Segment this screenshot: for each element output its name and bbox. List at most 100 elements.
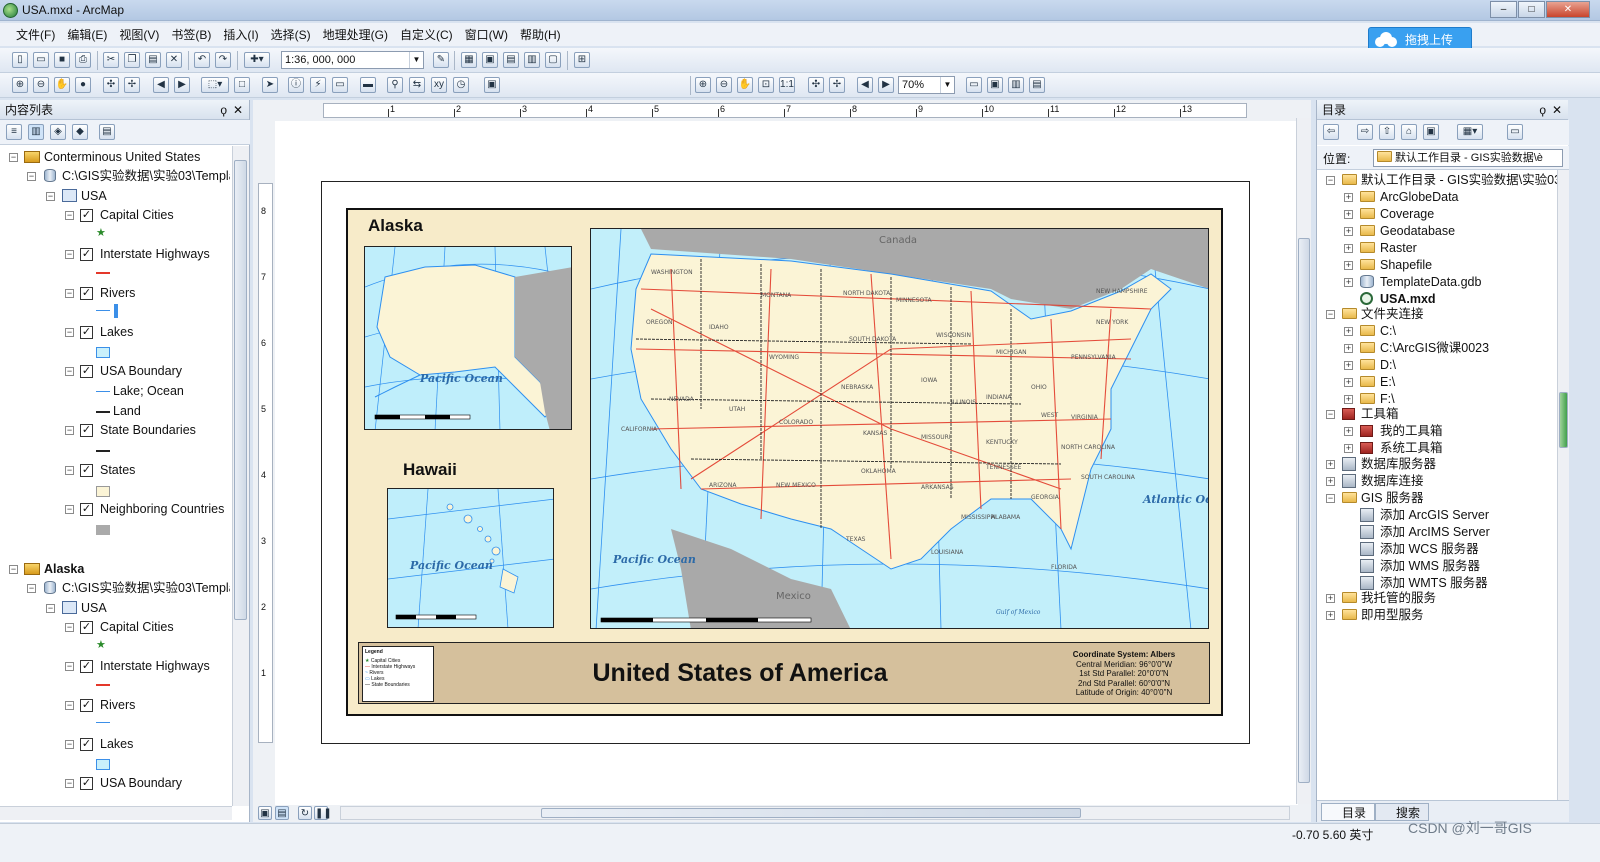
find-route-icon[interactable]: ⇆: [409, 77, 425, 93]
pause-icon[interactable]: ❚❚: [314, 806, 332, 820]
layout-zoom-out-icon[interactable]: ⊖: [716, 77, 732, 93]
layer-neighboring-countries[interactable]: Neighboring Countries: [100, 500, 224, 518]
chevron-down-icon[interactable]: ▼: [940, 77, 954, 93]
time-slider-icon[interactable]: ◷: [453, 77, 469, 93]
collapse-icon[interactable]: −: [65, 289, 74, 298]
collapse-icon[interactable]: −: [1326, 310, 1335, 319]
scroll-thumb[interactable]: [1298, 238, 1310, 783]
collapse-icon[interactable]: −: [65, 623, 74, 632]
tree-item[interactable]: 添加 ArcGIS Server: [1380, 506, 1489, 524]
layer-state-boundaries[interactable]: State Boundaries: [100, 421, 196, 439]
collapse-icon[interactable]: −: [1326, 176, 1335, 185]
tree-item[interactable]: 添加 WCS 服务器: [1380, 540, 1479, 558]
modelbuilder-icon[interactable]: ⊞: [574, 52, 590, 68]
layer-lakes[interactable]: Lakes: [100, 735, 133, 753]
data-view-icon[interactable]: ▣: [258, 806, 272, 820]
menu-edit[interactable]: 编辑(E): [61, 24, 113, 46]
cut-icon[interactable]: ✂: [103, 52, 119, 68]
expand-icon[interactable]: +: [1344, 395, 1353, 404]
catalog-window-icon[interactable]: ▣: [482, 52, 498, 68]
paste-icon[interactable]: ▤: [145, 52, 161, 68]
layer-lakes[interactable]: Lakes: [100, 323, 133, 341]
collapse-icon[interactable]: −: [65, 367, 74, 376]
hyperlink-icon[interactable]: ⚡: [310, 77, 326, 93]
back-icon[interactable]: ⇦: [1323, 124, 1339, 140]
data-driven-pages-icon[interactable]: ▤: [1029, 77, 1045, 93]
collapse-icon[interactable]: −: [27, 584, 36, 593]
layer-checkbox[interactable]: ✓: [80, 248, 93, 261]
tree-db-connections[interactable]: 数据库连接: [1361, 472, 1424, 490]
layout-view-icon[interactable]: ▤: [275, 806, 289, 820]
collapse-icon[interactable]: −: [65, 740, 74, 749]
collapse-icon[interactable]: −: [65, 211, 74, 220]
menu-file[interactable]: 文件(F): [10, 24, 61, 46]
menu-geoprocessing[interactable]: 地理处理(G): [317, 24, 394, 46]
fixed-zoom-out-icon[interactable]: ✢: [124, 77, 140, 93]
tree-item[interactable]: Raster: [1380, 239, 1417, 257]
expand-icon[interactable]: +: [1344, 227, 1353, 236]
layer-interstate-highways[interactable]: Interstate Highways: [100, 657, 210, 675]
layer-rivers[interactable]: Rivers: [100, 284, 135, 302]
group-usa[interactable]: USA: [81, 599, 107, 617]
tree-item[interactable]: Geodatabase: [1380, 222, 1455, 240]
layout-hscrollbar[interactable]: [340, 806, 1290, 820]
select-elements-icon[interactable]: ➤: [262, 77, 278, 93]
tree-item[interactable]: D:\: [1380, 356, 1396, 374]
expand-icon[interactable]: +: [1344, 378, 1353, 387]
layer-checkbox[interactable]: ✓: [80, 699, 93, 712]
tree-item[interactable]: Coverage: [1380, 205, 1434, 223]
new-icon[interactable]: ▯: [12, 52, 28, 68]
layer-checkbox[interactable]: ✓: [80, 326, 93, 339]
expand-icon[interactable]: +: [1326, 594, 1335, 603]
fixed-zoom-out-layout-icon[interactable]: ✢: [829, 77, 845, 93]
layer-usa-boundary[interactable]: USA Boundary: [100, 774, 182, 792]
tree-item[interactable]: 添加 ArcIMS Server: [1380, 523, 1490, 541]
forward-icon[interactable]: ⇨: [1357, 124, 1373, 140]
scroll-thumb[interactable]: [1559, 392, 1568, 448]
tree-item[interactable]: ArcGlobeData: [1380, 188, 1459, 206]
copy-icon[interactable]: ❐: [124, 52, 140, 68]
list-by-visibility-icon[interactable]: ◈: [50, 124, 66, 140]
menu-customize[interactable]: 自定义(C): [394, 24, 459, 46]
menu-view[interactable]: 视图(V): [113, 24, 165, 46]
layer-checkbox[interactable]: ✓: [80, 503, 93, 516]
expand-icon[interactable]: +: [1344, 427, 1353, 436]
print-icon[interactable]: ⎙: [75, 52, 91, 68]
undo-icon[interactable]: ↶: [194, 52, 210, 68]
minimize-button[interactable]: –: [1490, 1, 1517, 18]
expand-icon[interactable]: +: [1344, 444, 1353, 453]
fixed-zoom-in-icon[interactable]: ✣: [103, 77, 119, 93]
collapse-icon[interactable]: −: [65, 701, 74, 710]
tree-item[interactable]: C:\ArcGIS微课0023: [1380, 339, 1489, 357]
tree-item[interactable]: Shapefile: [1380, 256, 1432, 274]
maximize-button[interactable]: □: [1518, 1, 1545, 18]
tree-item[interactable]: E:\: [1380, 373, 1395, 391]
expand-icon[interactable]: +: [1344, 193, 1353, 202]
layer-rivers[interactable]: Rivers: [100, 696, 135, 714]
identify-icon[interactable]: ⓘ: [288, 77, 304, 93]
connect-folder-icon[interactable]: ▣: [1423, 124, 1439, 140]
collapse-icon[interactable]: −: [46, 192, 55, 201]
up-one-level-icon[interactable]: ⇧: [1379, 124, 1395, 140]
toc-hscrollbar[interactable]: [0, 806, 232, 820]
tree-ready-services[interactable]: 即用型服务: [1361, 606, 1424, 624]
expand-icon[interactable]: +: [1344, 244, 1353, 253]
tree-db-servers[interactable]: 数据库服务器: [1361, 455, 1436, 473]
layer-capital-cities[interactable]: Capital Cities: [100, 206, 174, 224]
alaska-data-frame[interactable]: Pacific Ocean: [364, 246, 572, 430]
catalog-scrollbar[interactable]: [1557, 170, 1569, 800]
zoom-100-icon[interactable]: 1:1: [779, 77, 795, 93]
layout-pan-icon[interactable]: ✋: [737, 77, 753, 93]
list-by-drawing-order-icon[interactable]: ≡: [6, 124, 22, 140]
goto-xy-icon[interactable]: xy: [431, 77, 447, 93]
redo-icon[interactable]: ↷: [215, 52, 231, 68]
collapse-icon[interactable]: −: [65, 426, 74, 435]
collapse-icon[interactable]: −: [65, 466, 74, 475]
table-icon[interactable]: ▦: [461, 52, 477, 68]
collapse-icon[interactable]: −: [1326, 410, 1335, 419]
collapse-icon[interactable]: −: [65, 779, 74, 788]
editor-icon[interactable]: ✎: [433, 52, 449, 68]
pin-icon[interactable]: ϙ: [1539, 100, 1546, 120]
map-title[interactable]: United States of America: [440, 644, 1040, 702]
search-window-icon[interactable]: ▤: [503, 52, 519, 68]
